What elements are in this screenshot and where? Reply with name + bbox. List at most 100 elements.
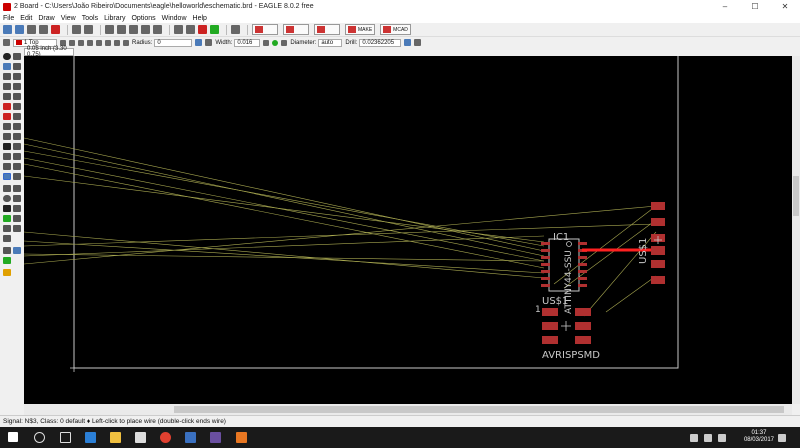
- add-icon[interactable]: [3, 113, 11, 120]
- erc-icon[interactable]: [3, 257, 11, 264]
- push-to-fusion-button[interactable]: [283, 24, 309, 35]
- miter-round-icon[interactable]: [205, 39, 213, 46]
- layer-settings-icon[interactable]: [3, 39, 10, 46]
- via-icon[interactable]: [3, 215, 11, 222]
- menu-edit[interactable]: Edit: [20, 15, 32, 22]
- menu-view[interactable]: View: [61, 15, 76, 22]
- optimize-icon[interactable]: [13, 143, 21, 150]
- redraw-icon[interactable]: [153, 25, 162, 34]
- horizontal-scrollbar[interactable]: [24, 404, 792, 415]
- route-icon[interactable]: [3, 163, 11, 170]
- chrome-icon[interactable]: [160, 432, 171, 443]
- menu-draw[interactable]: Draw: [38, 15, 54, 22]
- board-canvas[interactable]: IC1 ATTINY44-SSU US$1 US$1 1 AVRISPSMD: [24, 56, 792, 404]
- app-icon-1[interactable]: [185, 432, 196, 443]
- name-icon[interactable]: [3, 133, 11, 140]
- start-icon[interactable]: [8, 432, 18, 442]
- polygon-icon[interactable]: [13, 205, 21, 212]
- wire-bend-0-icon[interactable]: [60, 39, 66, 46]
- lock-icon[interactable]: [3, 123, 11, 130]
- menu-file[interactable]: File: [3, 15, 14, 22]
- meander-icon[interactable]: [3, 153, 11, 160]
- move-icon[interactable]: [3, 73, 11, 80]
- diameter-input[interactable]: auto: [318, 38, 343, 47]
- fusion-sync-button[interactable]: [252, 24, 278, 35]
- route-active-icon[interactable]: [3, 173, 11, 180]
- edge-icon[interactable]: [85, 432, 96, 443]
- menu-window[interactable]: Window: [162, 15, 187, 22]
- value-icon[interactable]: [13, 133, 21, 140]
- vertical-scroll-thumb[interactable]: [793, 176, 799, 216]
- go-icon[interactable]: [210, 25, 219, 34]
- wire-bend-5-icon[interactable]: [105, 39, 111, 46]
- system-clock[interactable]: 01:37 08/03/2017: [744, 430, 774, 444]
- info-icon[interactable]: [3, 53, 11, 60]
- ripup-icon[interactable]: [13, 163, 21, 170]
- app-icon-2[interactable]: [210, 432, 221, 443]
- copy-icon[interactable]: [13, 73, 21, 80]
- vertical-scrollbar[interactable]: [792, 56, 800, 404]
- rotate-icon[interactable]: [13, 83, 21, 90]
- task-view-icon[interactable]: [60, 432, 71, 443]
- group-icon[interactable]: [3, 93, 11, 100]
- wire-bend-4-icon[interactable]: [96, 39, 102, 46]
- radius-input[interactable]: 0: [154, 38, 193, 47]
- wire-bend-1-icon[interactable]: [69, 39, 75, 46]
- snap-icon[interactable]: [404, 39, 412, 46]
- notifications-icon[interactable]: [778, 434, 786, 442]
- maximize-button[interactable]: ☐: [740, 0, 770, 13]
- file-explorer-icon[interactable]: [110, 432, 121, 443]
- volume-icon[interactable]: [718, 434, 726, 442]
- menu-tools[interactable]: Tools: [82, 15, 98, 22]
- slice-icon[interactable]: [13, 173, 21, 180]
- width-input[interactable]: 0.016: [234, 38, 261, 47]
- autorouter-icon[interactable]: [13, 247, 21, 254]
- follow-me-icon[interactable]: [414, 39, 422, 46]
- signal-icon[interactable]: [13, 215, 21, 222]
- redo-icon[interactable]: [186, 25, 195, 34]
- change-icon[interactable]: [13, 93, 21, 100]
- wire-icon[interactable]: [3, 185, 11, 192]
- mark-icon[interactable]: [13, 63, 21, 70]
- circle-icon[interactable]: [3, 195, 11, 202]
- replace-icon[interactable]: [13, 113, 21, 120]
- mirror-icon[interactable]: [3, 83, 11, 90]
- menu-help[interactable]: Help: [193, 15, 207, 22]
- zoom-select-icon[interactable]: [141, 25, 150, 34]
- split-icon[interactable]: [3, 143, 11, 150]
- paste-icon[interactable]: [13, 103, 21, 110]
- wire-bend-3-icon[interactable]: [87, 39, 93, 46]
- miter-icon[interactable]: [195, 39, 203, 46]
- tray-chevron-icon[interactable]: [690, 434, 698, 442]
- via-shape-square-icon[interactable]: [263, 39, 270, 46]
- menu-options[interactable]: Options: [131, 15, 155, 22]
- wire-bend-7-icon[interactable]: [123, 39, 129, 46]
- run-icon[interactable]: [84, 25, 93, 34]
- attribute-icon[interactable]: [13, 225, 21, 232]
- schematic-icon[interactable]: [51, 25, 60, 34]
- text-icon[interactable]: [13, 185, 21, 192]
- ratsnest-icon[interactable]: [3, 247, 11, 254]
- delete-icon[interactable]: [3, 103, 11, 110]
- save-icon[interactable]: [15, 25, 24, 34]
- wire-bend-2-icon[interactable]: [78, 39, 84, 46]
- zoom-in-icon[interactable]: [117, 25, 126, 34]
- horizontal-scroll-thumb[interactable]: [174, 406, 784, 413]
- arc-icon[interactable]: [13, 195, 21, 202]
- undo-icon[interactable]: [174, 25, 183, 34]
- print-icon[interactable]: [27, 25, 36, 34]
- drill-input[interactable]: 0.02362205: [359, 38, 402, 47]
- open-icon[interactable]: [3, 25, 12, 34]
- script-icon[interactable]: [72, 25, 81, 34]
- stop-icon[interactable]: [198, 25, 207, 34]
- rect-icon[interactable]: [3, 205, 11, 212]
- display-icon[interactable]: [3, 63, 11, 70]
- via-shape-round-icon[interactable]: [272, 39, 279, 46]
- zoom-fit-icon[interactable]: [105, 25, 114, 34]
- wire-bend-6-icon[interactable]: [114, 39, 120, 46]
- store-icon[interactable]: [135, 432, 146, 443]
- hole-icon[interactable]: [3, 225, 11, 232]
- design-link-button[interactable]: [314, 24, 340, 35]
- show-icon[interactable]: [13, 53, 21, 60]
- via-shape-octagon-icon[interactable]: [281, 39, 288, 46]
